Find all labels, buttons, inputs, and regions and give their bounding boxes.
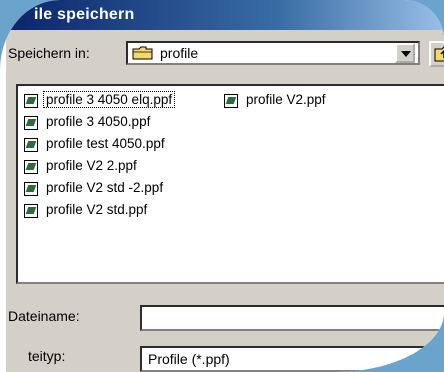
save-in-value: profile	[160, 45, 199, 61]
filename-field[interactable]	[140, 305, 444, 331]
folder-icon	[132, 46, 153, 60]
filetype-value: Profile (*.ppf)	[148, 351, 230, 367]
filename-label: Dateiname:	[8, 308, 80, 324]
ppf-file-icon	[224, 94, 238, 108]
filetype-select[interactable]: Profile (*.ppf)	[140, 346, 444, 372]
ppf-file-icon	[24, 138, 38, 152]
save-in-label: Speichern in:	[8, 45, 90, 61]
chevron-down-icon[interactable]	[395, 43, 415, 63]
title-bar[interactable]: ile speichern	[6, 0, 444, 30]
dialog-title: ile speichern	[34, 6, 135, 23]
window-frame: ile speichern Speichern in: profile prof…	[0, 0, 444, 372]
folder-up-button[interactable]	[429, 41, 444, 67]
ppf-file-icon	[24, 160, 38, 174]
ppf-file-icon	[24, 94, 38, 108]
folder-up-icon	[434, 46, 444, 62]
ppf-file-icon	[24, 182, 38, 196]
save-dialog: ile speichern Speichern in: profile prof…	[6, 0, 444, 372]
save-in-combobox[interactable]: profile	[126, 41, 420, 65]
ppf-file-icon	[24, 116, 38, 130]
filetype-label: teityp:	[28, 348, 66, 364]
ppf-file-icon	[24, 204, 38, 218]
file-list[interactable]: profile 3 4050 elq.ppf profile 3 4050.pp…	[16, 84, 444, 284]
